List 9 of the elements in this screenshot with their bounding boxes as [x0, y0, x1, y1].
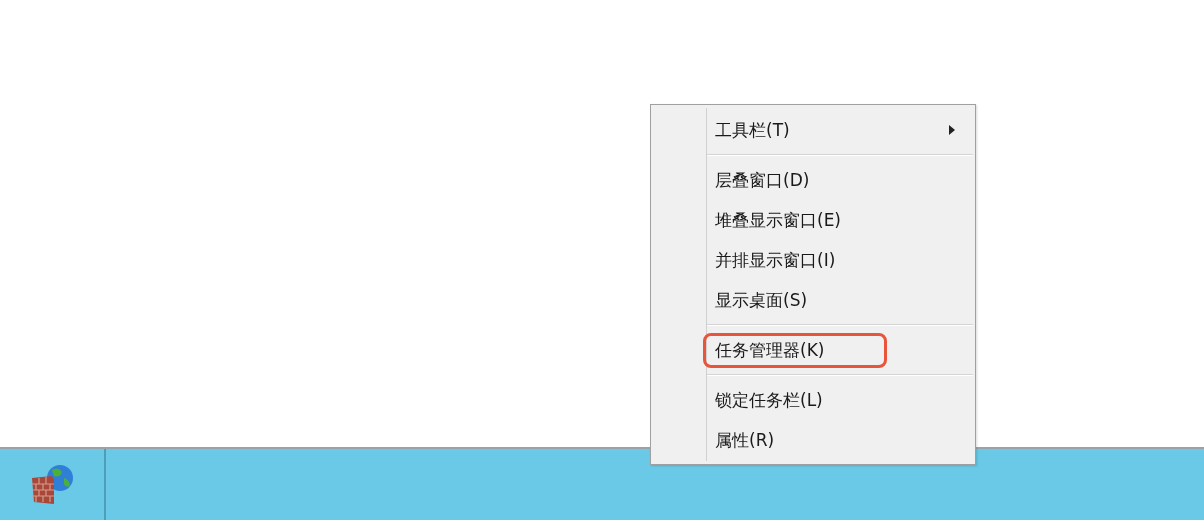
menu-item[interactable]: 并排显示窗口(I): [715, 244, 836, 276]
menu-item[interactable]: 锁定任务栏(L): [715, 384, 823, 416]
menu-item[interactable]: 堆叠显示窗口(E): [715, 204, 841, 236]
menu-item[interactable]: 工具栏(T): [715, 114, 790, 146]
menu-item[interactable]: 层叠窗口(D): [715, 164, 810, 196]
menu-item[interactable]: 属性(R): [715, 424, 775, 456]
firewall-globe-icon[interactable]: [30, 463, 74, 506]
menu-item[interactable]: 任务管理器(K): [703, 332, 888, 368]
menu-item[interactable]: 显示桌面(S): [715, 284, 808, 316]
